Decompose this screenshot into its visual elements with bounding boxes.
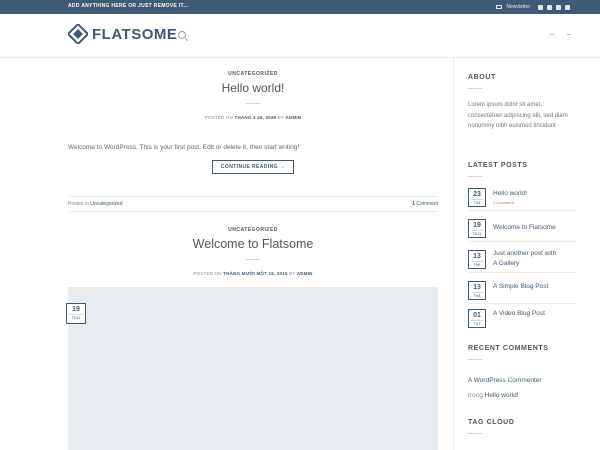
newsletter-icon[interactable] bbox=[496, 5, 503, 9]
widget-divider bbox=[468, 359, 482, 360]
widget-title-latest-posts: LATEST POSTS bbox=[468, 162, 528, 169]
post-title[interactable]: Welcome to Flatsome bbox=[68, 237, 438, 251]
post-meta: POSTED ON THÁNG 4 25, 2026 BY ADMIN bbox=[204, 115, 302, 120]
featured-image[interactable]: 19 Th11 bbox=[66, 287, 438, 450]
post-date-badge: 19 Th11 bbox=[468, 219, 486, 238]
nav-divider bbox=[550, 34, 554, 35]
title-divider bbox=[246, 259, 260, 260]
post-author-link[interactable]: ADMIN bbox=[297, 271, 313, 276]
instagram-icon[interactable] bbox=[547, 4, 552, 10]
latest-post-title[interactable]: Welcome to Flatsome bbox=[493, 223, 556, 233]
post-category[interactable]: UNCATEGORIZED bbox=[68, 227, 438, 233]
widget-divider bbox=[468, 433, 482, 434]
comment-author-link[interactable]: A WordPress Commenter bbox=[468, 377, 542, 384]
latest-post-item[interactable]: 13 Th8 Just another post with A Gallery bbox=[468, 246, 576, 273]
latest-post-title[interactable]: Hello world! bbox=[493, 189, 527, 199]
posted-in: Posted in Uncategorized bbox=[68, 201, 123, 207]
comment-post-link[interactable]: Hello world! bbox=[485, 392, 519, 399]
latest-post-title[interactable]: A Video Blog Post bbox=[493, 309, 545, 319]
latest-post-title[interactable]: Just another post with bbox=[493, 249, 556, 259]
facebook-icon[interactable] bbox=[538, 4, 543, 10]
sidebar: ABOUT Lorem ipsum dolor sit amet, consec… bbox=[453, 58, 600, 450]
logo-icon bbox=[68, 24, 88, 44]
post-date-link[interactable]: THÁNG 4 25, 2026 bbox=[235, 115, 277, 120]
latest-post-item[interactable]: 13 Th8 A Simple Blog Post bbox=[468, 277, 576, 304]
top-bar-message: ADD ANYTHING HERE OR JUST REMOVE IT... bbox=[68, 3, 189, 9]
post-title[interactable]: Hello world! bbox=[68, 81, 438, 95]
latest-post-item[interactable]: 01 Th7 A Video Blog Post bbox=[468, 305, 576, 332]
latest-post-comments: 1 Comment bbox=[493, 200, 514, 205]
latest-post-item[interactable]: 23 Th4 Hello world! 1 Comment bbox=[468, 184, 576, 211]
site-header: FLATSOME bbox=[0, 14, 600, 58]
twitter-icon[interactable] bbox=[556, 4, 561, 10]
latest-post-title-line2[interactable]: A Gallery bbox=[493, 259, 519, 269]
latest-post-item[interactable]: 19 Th11 Welcome to Flatsome bbox=[468, 215, 576, 242]
widget-title-recent-comments: RECENT COMMENTS bbox=[468, 345, 549, 352]
logo-text: FLATSOME bbox=[92, 25, 178, 43]
widget-title-tag-cloud: TAG CLOUD bbox=[468, 419, 515, 426]
post-date-badge: 13 Th8 bbox=[468, 250, 486, 269]
comments-link[interactable]: 1 Comment bbox=[412, 201, 438, 207]
latest-post-title[interactable]: A Simple Blog Post bbox=[493, 282, 548, 292]
widget-divider bbox=[468, 176, 482, 177]
post-date-badge: 13 Th8 bbox=[468, 281, 486, 300]
post-meta: POSTED ON THÁNG MƯỜI MỘT 19, 2015 BY ADM… bbox=[193, 271, 313, 276]
widget-divider bbox=[468, 88, 482, 89]
post-date-badge: 01 Th7 bbox=[468, 309, 486, 328]
recent-comment: trong Hello world! bbox=[468, 392, 519, 399]
post-date-badge: 19 Th11 bbox=[66, 303, 86, 324]
nav-divider bbox=[567, 34, 571, 35]
post-welcome-to-flatsome: UNCATEGORIZED Welcome to Flatsome POSTED… bbox=[68, 227, 438, 276]
category-link[interactable]: Uncategorized bbox=[90, 201, 122, 207]
post-footer: Posted in Uncategorized 1 Comment bbox=[68, 196, 438, 212]
post-date-badge: 23 Th4 bbox=[468, 188, 486, 207]
about-text: Lorem ipsum dolor sit amet, consectetuer… bbox=[468, 102, 568, 129]
post-category[interactable]: UNCATEGORIZED bbox=[68, 71, 438, 77]
site-logo[interactable]: FLATSOME bbox=[68, 24, 177, 44]
top-bar-right: Newsletter bbox=[496, 2, 570, 12]
top-bar: ADD ANYTHING HERE OR JUST REMOVE IT... N… bbox=[0, 0, 600, 14]
post-date-link[interactable]: THÁNG MƯỜI MỘT 19, 2015 bbox=[223, 271, 287, 276]
post-author-link[interactable]: ADMIN bbox=[285, 115, 301, 120]
search-icon[interactable] bbox=[178, 31, 186, 39]
continue-reading-button[interactable]: CONTINUE READING → bbox=[211, 160, 295, 174]
title-divider bbox=[246, 103, 260, 104]
newsletter-link[interactable]: Newsletter bbox=[506, 4, 530, 10]
post-excerpt: Welcome to WordPress. This is your first… bbox=[68, 144, 300, 151]
post-hello-world: UNCATEGORIZED Hello world! POSTED ON THÁ… bbox=[68, 71, 438, 174]
widget-title-about: ABOUT bbox=[468, 74, 496, 81]
email-icon[interactable] bbox=[565, 4, 570, 10]
